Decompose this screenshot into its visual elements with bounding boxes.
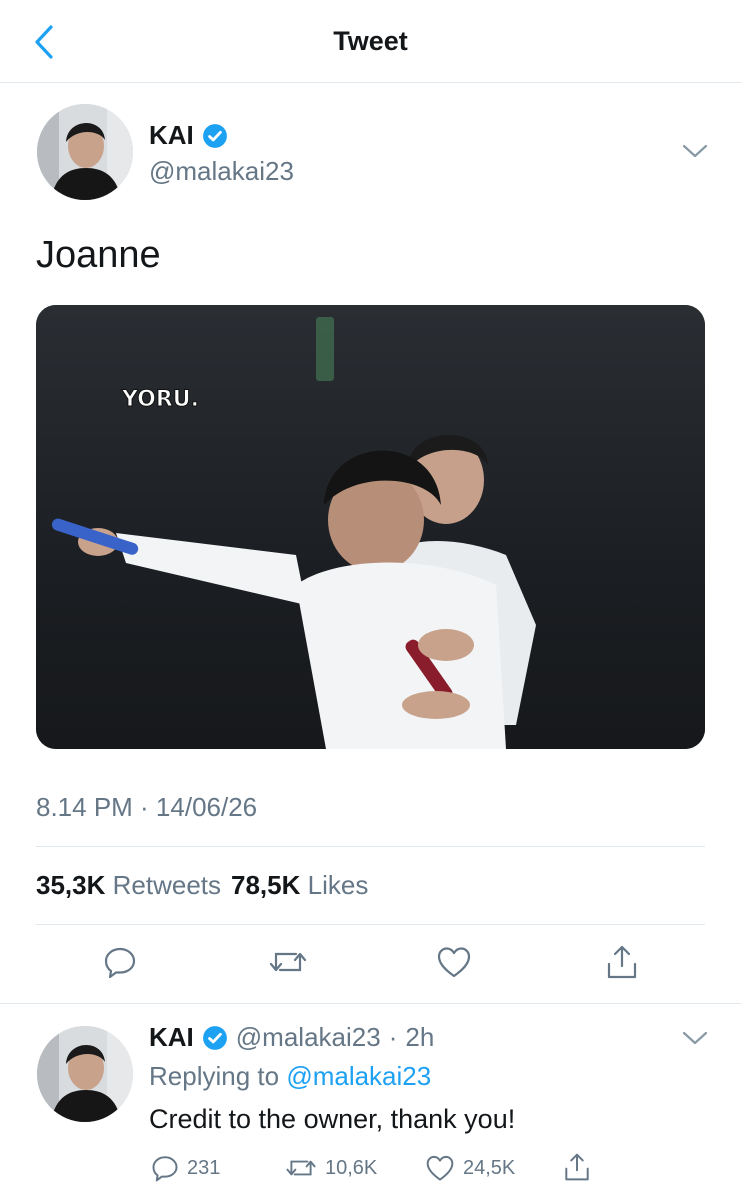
reply-share-button[interactable] — [563, 1152, 591, 1182]
like-icon — [437, 947, 471, 978]
tweet-timestamp[interactable]: 8.14 PM · 14/06/26 — [36, 792, 257, 823]
reply-author-avatar[interactable] — [37, 1026, 133, 1122]
like-icon — [426, 1155, 454, 1181]
share-icon — [607, 945, 637, 979]
author-avatar[interactable] — [37, 104, 133, 200]
likes-stat[interactable]: 78,5K Likes — [231, 870, 368, 901]
navigation-bar: Tweet — [0, 0, 741, 83]
replying-to: Replying to @malakai23 — [149, 1061, 432, 1091]
retweet-icon — [286, 1160, 316, 1176]
reply-options-button[interactable] — [682, 1030, 708, 1051]
verified-badge-icon — [202, 1025, 227, 1050]
reply-action-bar: 231 10,6K 24,5K — [149, 1150, 741, 1190]
retweets-stat[interactable]: 35,3K Retweets — [36, 870, 221, 901]
reply-author-row: KAI @malakai23 · 2h — [149, 1022, 434, 1053]
reply-count: 231 — [187, 1156, 221, 1179]
tweet-media-image[interactable]: YORU. — [36, 305, 705, 749]
reply-retweet-count: 10,6K — [325, 1156, 378, 1179]
reply-author-handle[interactable]: @malakai23 — [236, 1022, 381, 1053]
share-icon — [565, 1153, 589, 1181]
reply-text: Credit to the owner, thank you! — [149, 1104, 516, 1134]
divider — [36, 846, 705, 847]
replying-to-link[interactable]: @malakai23 — [286, 1061, 431, 1091]
media-watermark: YORU. — [121, 387, 199, 412]
tweet-stats: 35,3K Retweets 78,5K Likes — [36, 870, 368, 901]
reply-time: 2h — [405, 1022, 435, 1052]
reply-author-name[interactable]: KAI — [149, 1022, 194, 1053]
reply-reply-button[interactable]: 231 — [151, 1154, 220, 1182]
author-handle[interactable]: @malakai23 — [149, 156, 294, 187]
chevron-down-icon — [682, 1031, 708, 1045]
reply-retweet-button[interactable]: 10,6K — [285, 1154, 377, 1182]
share-button[interactable] — [600, 940, 644, 984]
divider — [0, 1003, 741, 1004]
author-name-row: KAI — [149, 120, 228, 151]
chevron-down-icon — [682, 144, 708, 158]
reply-icon — [152, 1156, 178, 1182]
reply-icon — [104, 947, 136, 979]
tweet-text: Joanne — [36, 234, 161, 276]
reply-button[interactable] — [98, 940, 142, 984]
reply-separator: · — [388, 1022, 398, 1052]
tweet-action-bar — [0, 940, 741, 990]
retweet-icon — [269, 952, 307, 972]
retweet-button[interactable] — [266, 940, 310, 984]
page-title: Tweet — [333, 26, 408, 56]
tweet-options-button[interactable] — [682, 143, 708, 164]
reply-like-count: 24,5K — [463, 1156, 516, 1179]
like-button[interactable] — [432, 940, 476, 984]
divider — [36, 924, 705, 925]
verified-badge-icon — [202, 123, 227, 148]
reply-like-button[interactable]: 24,5K — [425, 1154, 515, 1182]
author-name[interactable]: KAI — [149, 120, 194, 151]
